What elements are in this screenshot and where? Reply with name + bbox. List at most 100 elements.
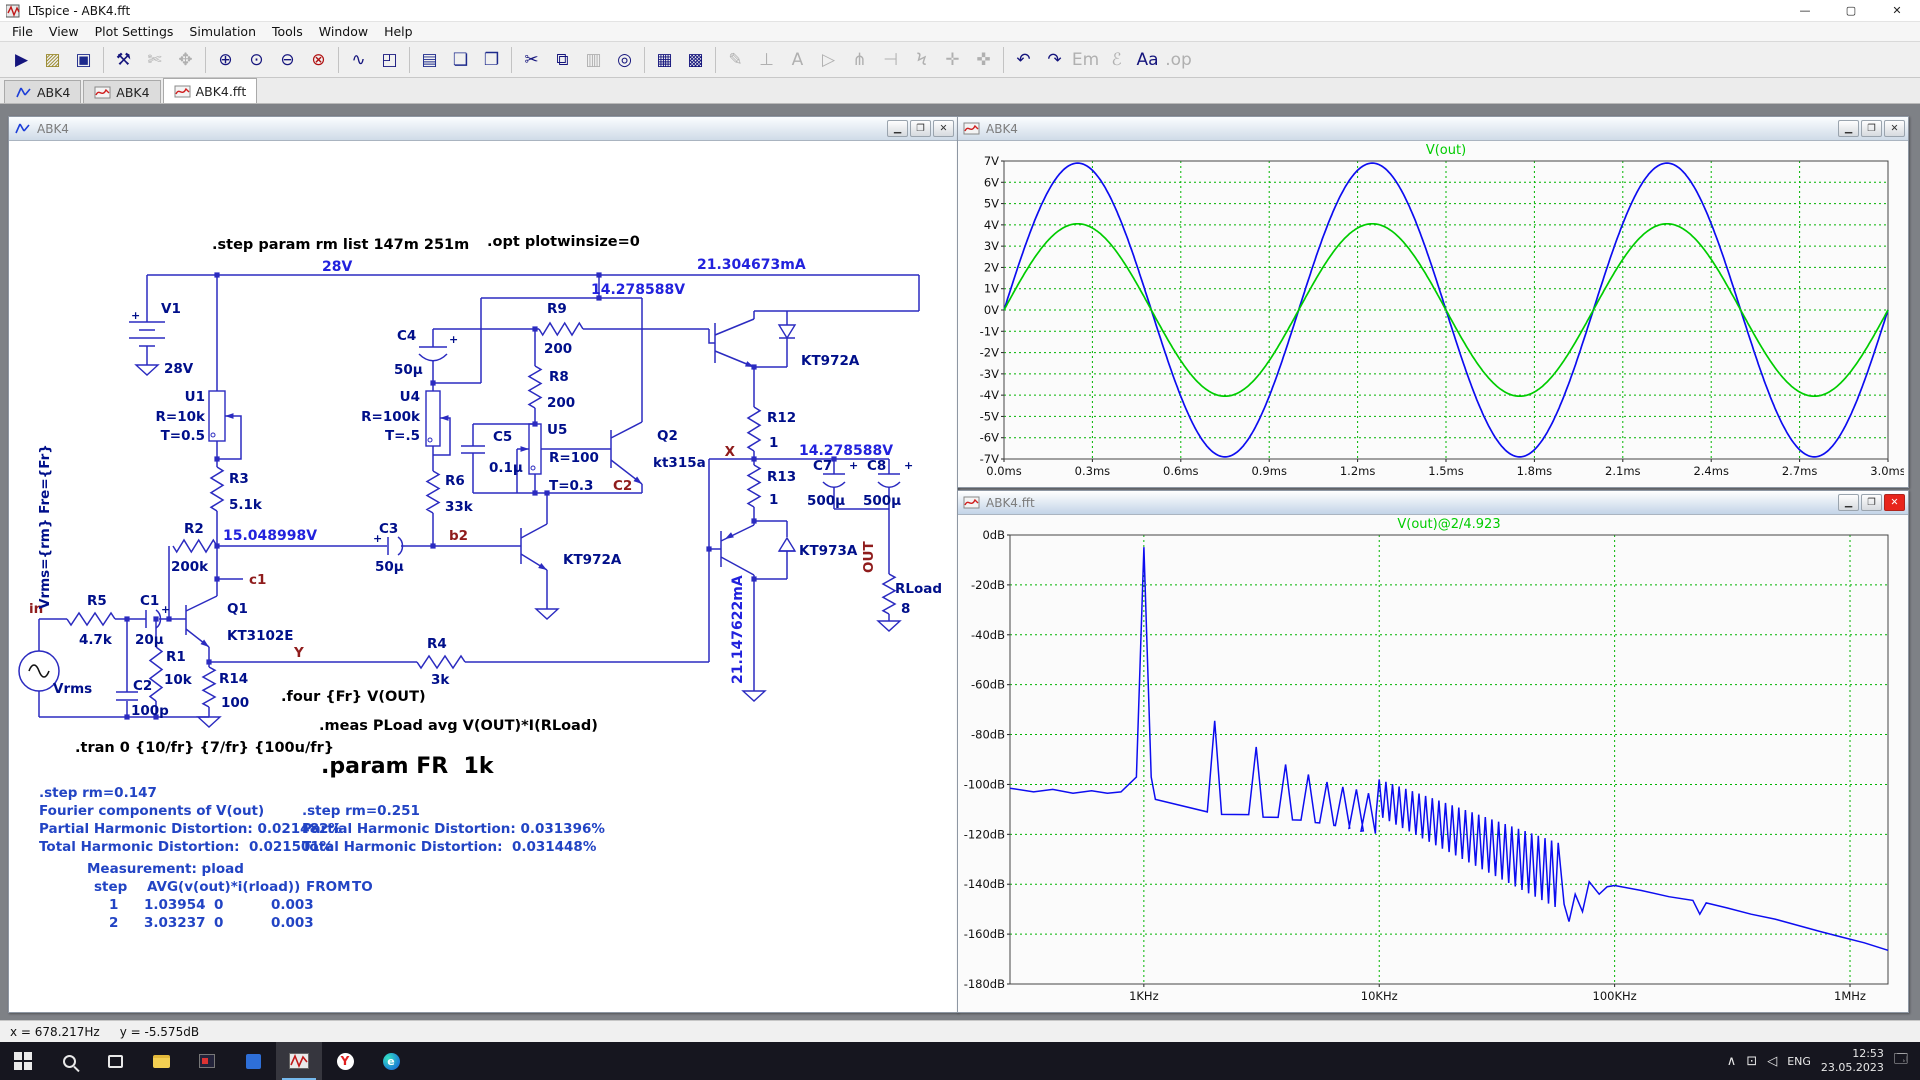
taskbar-start-button[interactable] (0, 1042, 46, 1080)
zoom-in-button[interactable]: ⊕ (211, 46, 240, 74)
fft-plot[interactable]: 0dB-20dB-40dB-60dB-80dB-100dB-120dB-140d… (958, 515, 1904, 1010)
svg-text:-5V: -5V (980, 409, 999, 423)
maximize-button[interactable]: ▢ (1828, 0, 1874, 22)
tray-chevron-icon[interactable]: ∧ (1727, 1054, 1737, 1069)
toolbar-separator (1003, 47, 1004, 73)
zoom-out-button[interactable]: ⊖ (273, 46, 302, 74)
cascade-new-button[interactable]: ❐ (477, 46, 506, 74)
minimize-button[interactable]: ▁ (1838, 120, 1859, 137)
open-file-button[interactable]: ▨ (38, 46, 67, 74)
zoom-region-button[interactable]: ⊗ (304, 46, 333, 74)
schematic-label: 14.278588V (591, 282, 685, 298)
zoom-previous-button[interactable]: ⊙ (242, 46, 271, 74)
schematic-label: U1 (185, 389, 205, 405)
toolbar-separator (409, 47, 410, 73)
print-preview-button[interactable]: ▩ (681, 46, 710, 74)
zoom-fit-button[interactable]: ◰ (375, 46, 404, 74)
taskbar-edge-button[interactable]: e (368, 1042, 414, 1080)
find-button[interactable]: ◎ (610, 46, 639, 74)
tab-label: ABK4 (116, 85, 149, 100)
menu-item-window[interactable]: Window (311, 22, 376, 41)
cascade-button[interactable]: ❏ (446, 46, 475, 74)
close-button[interactable]: ✕ (1884, 120, 1905, 137)
menu-item-file[interactable]: File (4, 22, 41, 41)
ltspice-application: LTspice - ABK4.fft — ▢ ✕ FileViewPlot Se… (0, 0, 1920, 1080)
taskbar-pinned-app-1[interactable] (184, 1042, 230, 1080)
schematic-label: 200k (171, 559, 209, 575)
tab-abk4-fft-2[interactable]: ABK4.fft (163, 78, 258, 103)
taskbar: Ye ∧ ⊡ ◁ ENG 12:5323.05.2023 🗔 (0, 1042, 1920, 1080)
tray-language[interactable]: ENG (1787, 1055, 1811, 1068)
tray-speaker-icon[interactable]: ◁ (1767, 1054, 1777, 1069)
taskbar-task-view-button[interactable] (92, 1042, 138, 1080)
taskbar-yandex-browser-button[interactable]: Y (322, 1042, 368, 1080)
schematic-label: AVG(v(out)*i(rload)) (147, 879, 300, 895)
schematic-canvas[interactable]: .step param rm list 147m 251m.opt plotwi… (9, 141, 955, 1012)
notification-icon[interactable]: 🗔 (1894, 1050, 1908, 1072)
menu-item-simulation[interactable]: Simulation (181, 22, 264, 41)
minimize-button[interactable]: ▁ (887, 120, 908, 137)
spice-directive-button: .op (1164, 46, 1193, 74)
taskbar-ltspice-button[interactable] (276, 1042, 322, 1080)
taskbar-search-button[interactable] (46, 1042, 92, 1080)
close-button[interactable]: ✕ (1884, 494, 1905, 511)
schematic-label: R2 (184, 521, 204, 537)
waveform-plot[interactable]: 7V6V5V4V3V2V1V0V-1V-2V-3V-4V-5V-6V-7V0.0… (958, 141, 1904, 485)
redo-button[interactable]: ↷ (1040, 46, 1069, 74)
print-button[interactable]: ▦ (650, 46, 679, 74)
schematic-label: 1.03954 (144, 897, 206, 913)
schematic-label: + (904, 459, 913, 472)
schematic-label: OUT (861, 541, 877, 573)
menu-item-plot-settings[interactable]: Plot Settings (87, 22, 182, 41)
menu-item-help[interactable]: Help (376, 22, 421, 41)
svg-text:2.4ms: 2.4ms (1693, 464, 1728, 478)
move-button: ✛ (938, 46, 967, 74)
cut-button[interactable]: ✂ (517, 46, 546, 74)
toolbar-separator (338, 47, 339, 73)
svg-text:-80dB: -80dB (971, 728, 1005, 742)
schematic-label: + (161, 603, 170, 616)
taskbar-file-explorer-button[interactable] (138, 1042, 184, 1080)
menu-item-view[interactable]: View (41, 22, 87, 41)
text-button[interactable]: Aa (1133, 46, 1162, 74)
svg-text:1.8ms: 1.8ms (1517, 464, 1552, 478)
maximize-button[interactable]: ❐ (1861, 120, 1882, 137)
run-button[interactable]: ▶ (7, 46, 36, 74)
menu-bar: FileViewPlot SettingsSimulationToolsWind… (0, 22, 1920, 42)
svg-text:2.7ms: 2.7ms (1782, 464, 1817, 478)
maximize-button[interactable]: ❐ (910, 120, 931, 137)
control-panel-button[interactable]: ⚒ (109, 46, 138, 74)
schematic-label: X (725, 444, 736, 460)
fft-window-titlebar[interactable]: ABK4.fft ▁ ❐ ✕ (958, 491, 1908, 515)
tray-display-icon[interactable]: ⊡ (1746, 1054, 1757, 1069)
schematic-label: R12 (767, 410, 796, 426)
schematic-window-titlebar[interactable]: ABK4 ▁ ❐ ✕ (9, 117, 957, 141)
waveform-window-titlebar[interactable]: ABK4 ▁ ❐ ✕ (958, 117, 1908, 141)
minimize-button[interactable]: ▁ (1838, 494, 1859, 511)
taskbar-pinned-app-2[interactable] (230, 1042, 276, 1080)
svg-text:0V: 0V (984, 303, 999, 317)
waveform-icon (963, 496, 980, 509)
close-button[interactable]: ✕ (933, 120, 954, 137)
copy-button[interactable]: ⧉ (548, 46, 577, 74)
paste-button: ▥ (579, 46, 608, 74)
svg-text:-3V: -3V (980, 367, 999, 381)
undo-button[interactable]: ↶ (1009, 46, 1038, 74)
tray-clock[interactable]: 12:5323.05.2023 (1821, 1047, 1884, 1075)
schematic-label: .tran 0 {10/fr} {7/fr} {100u/fr} (75, 740, 334, 756)
save-button[interactable]: ▣ (69, 46, 98, 74)
tab-abk4-1[interactable]: ABK4 (83, 80, 160, 103)
ground-button: ⊥ (752, 46, 781, 74)
svg-text:-140dB: -140dB (964, 877, 1005, 891)
autorange-button[interactable]: ∿ (344, 46, 373, 74)
tab-abk4-0[interactable]: ABK4 (4, 80, 81, 103)
schematic-label: R=100 (549, 450, 599, 466)
schematic-label: 100 (221, 695, 249, 711)
schematic-label: T=.5 (385, 428, 420, 444)
maximize-button[interactable]: ❐ (1861, 494, 1882, 511)
tile-horizontal-button[interactable]: ▤ (415, 46, 444, 74)
menu-item-tools[interactable]: Tools (264, 22, 311, 41)
close-button[interactable]: ✕ (1874, 0, 1920, 22)
minimize-button[interactable]: — (1782, 0, 1828, 22)
schematic-label: U5 (547, 422, 567, 438)
